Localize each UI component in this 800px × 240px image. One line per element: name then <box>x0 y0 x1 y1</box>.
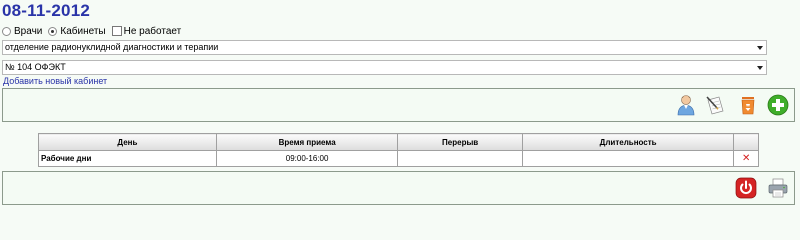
not-working-label[interactable]: Не работает <box>124 26 182 37</box>
cabinet-select-value: № 104 ОФЭКТ <box>5 62 66 72</box>
cell-time: 09:00-16:00 <box>215 150 399 167</box>
chevron-down-icon[interactable] <box>757 66 763 70</box>
cabinet-select[interactable]: № 104 ОФЭКТ <box>2 60 767 75</box>
cell-day: Рабочие дни <box>38 150 217 167</box>
delete-icon[interactable]: ✕ <box>742 153 750 164</box>
column-header-duration: Длительность <box>521 133 735 151</box>
doctors-radio[interactable] <box>2 26 11 36</box>
not-working-checkbox[interactable] <box>111 26 122 36</box>
schedule-table: День Время приема Перерыв Длительность Р… <box>38 133 759 167</box>
table-header-row: День Время приема Перерыв Длительность <box>38 133 759 151</box>
column-header-time: Время приема <box>215 133 399 151</box>
cabinets-radio[interactable] <box>48 26 58 36</box>
add-cabinet-link[interactable]: Добавить новый кабинет <box>3 76 107 86</box>
toolbar-panel <box>2 88 795 122</box>
column-header-actions <box>733 133 759 151</box>
department-select-value: отделение радионуклидной диагностики и т… <box>5 42 219 52</box>
table-row[interactable]: Рабочие дни 09:00-16:00 ✕ <box>38 150 759 167</box>
cabinets-label[interactable]: Кабинеты <box>60 26 105 37</box>
department-select[interactable]: отделение радионуклидной диагностики и т… <box>2 40 767 55</box>
doctor-icon[interactable] <box>675 94 697 116</box>
doctors-label[interactable]: Врачи <box>14 26 42 37</box>
cell-break <box>397 150 523 167</box>
bottom-panel <box>2 171 795 205</box>
printer-icon[interactable] <box>767 177 789 199</box>
column-header-break: Перерыв <box>397 133 523 151</box>
mode-selector: Врачи Кабинеты Не работает <box>2 24 187 38</box>
chevron-down-icon[interactable] <box>757 46 763 50</box>
power-icon[interactable] <box>735 177 757 199</box>
cell-delete: ✕ <box>733 150 759 167</box>
cell-duration <box>521 150 735 167</box>
trash-icon[interactable] <box>737 94 759 116</box>
edit-document-icon[interactable] <box>704 94 726 116</box>
page-date: 08-11-2012 <box>2 1 91 20</box>
add-icon[interactable] <box>767 94 789 116</box>
column-header-day: День <box>38 133 217 151</box>
